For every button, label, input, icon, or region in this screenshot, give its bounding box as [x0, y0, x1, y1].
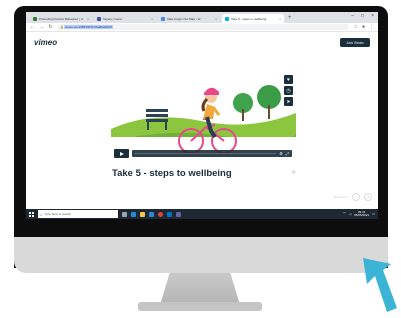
star-icon[interactable]: ☆ [353, 24, 357, 30]
monitor-chin [14, 237, 388, 273]
reload-icon[interactable]: ↻ [48, 24, 53, 30]
forward-icon[interactable]: → [39, 24, 44, 30]
more-icon[interactable]: ⋮ [369, 24, 374, 30]
notifications-icon[interactable]: ▭ [372, 212, 375, 216]
like-icon[interactable]: ♡ [352, 193, 360, 201]
fullscreen-icon[interactable]: ⤢ [286, 151, 289, 156]
network-icon[interactable]: ⌒ [343, 212, 346, 216]
video-frame-illustration [111, 85, 296, 163]
new-tab-button[interactable]: + [288, 14, 292, 23]
address-bar-row: ← → ↻ 🔒 vimeo.com/482700717/ba8ba0f9d7 ☆… [26, 23, 378, 32]
close-icon[interactable]: × [151, 17, 153, 21]
screen-bottom-bezel [26, 219, 378, 231]
share-icon[interactable]: ➤ [284, 97, 293, 106]
taskbar-search[interactable]: ○ Type here to search [38, 210, 118, 218]
progress-fill [135, 152, 137, 155]
volume-icon[interactable]: ◁ [349, 212, 351, 216]
faint-link[interactable]: More from... [334, 195, 350, 199]
settings-icon[interactable]: ⚙ [279, 151, 283, 156]
tab-label: Take Kings! Our Map - W [167, 16, 201, 21]
close-icon[interactable]: × [215, 17, 217, 21]
info-icon[interactable]: ⚲ [292, 170, 296, 176]
favicon-icon [161, 16, 165, 21]
tab-label: Take 5 - steps to wellbeing [231, 16, 267, 21]
browser-tab-bar: Promoting Positive Behaviour | U × Tapet… [26, 12, 378, 23]
monitor-stand-foot [138, 302, 262, 311]
video-side-icons: ♥ ◷ ➤ [284, 75, 293, 106]
screen: Promoting Positive Behaviour | U × Tapet… [26, 12, 378, 231]
browser-tab-3[interactable]: Take Kings! Our Map - W × [158, 14, 220, 23]
maximize-button[interactable]: □ [361, 13, 364, 19]
windows-start-icon[interactable] [29, 211, 34, 217]
close-icon[interactable]: × [279, 17, 281, 21]
join-vimeo-button[interactable]: Join Vimeo [340, 38, 370, 47]
back-icon[interactable]: ← [30, 24, 35, 30]
edge-icon[interactable] [131, 211, 136, 217]
file-explorer-icon[interactable] [140, 211, 145, 217]
favicon-icon [33, 16, 37, 21]
share-circle-icon[interactable]: ↗ [364, 193, 372, 201]
close-icon[interactable]: × [87, 17, 89, 21]
clock-date: 05/05/2021 [354, 213, 370, 217]
play-icon [119, 151, 124, 156]
cortana-icon: ○ [40, 211, 43, 217]
profile-icon[interactable]: ● [362, 24, 365, 30]
video-controls: ⚙ ⤢ [114, 149, 292, 158]
vimeo-header: vimeo Join Vimeo [26, 33, 378, 50]
close-window-button[interactable]: × [371, 13, 374, 19]
browser-tab-2[interactable]: Tapety | Caxto × [94, 14, 156, 23]
tab-label: Tapety | Caxto [103, 16, 123, 21]
store-icon[interactable] [149, 211, 154, 217]
window-controls: – □ × [351, 13, 374, 19]
url-text[interactable]: vimeo.com/482700717/ba8ba0f9d7 [64, 25, 114, 29]
play-button[interactable] [114, 149, 129, 158]
taskbar-search-placeholder: Type here to search [44, 212, 71, 216]
clock-icon[interactable]: ◷ [284, 86, 293, 95]
chrome-icon[interactable] [158, 211, 163, 217]
browser-tab-1[interactable]: Promoting Positive Behaviour | U × [30, 14, 92, 23]
video-title: Take 5 - steps to wellbeing [112, 168, 232, 179]
video-player[interactable]: ♥ ◷ ➤ ⚙ ⤢ [111, 59, 296, 163]
task-view-icon[interactable] [122, 211, 127, 217]
vimeo-logo[interactable]: vimeo [34, 38, 57, 47]
system-tray: ⌒ ◁ 09:41 05/05/2021 ▭ [343, 210, 378, 218]
progress-track[interactable] [135, 152, 277, 155]
favicon-icon [225, 16, 229, 21]
minimize-button[interactable]: – [351, 13, 354, 19]
cursor-arrow-icon [363, 258, 397, 312]
windows-taskbar: ○ Type here to search ⌒ ◁ 09:41 05/05/20… [26, 209, 378, 219]
video-progress-bar[interactable]: ⚙ ⤢ [132, 150, 292, 157]
monitor-stand-neck [160, 273, 240, 305]
browser-tab-4[interactable]: Take 5 - steps to wellbeing × [222, 14, 284, 23]
outlook-icon[interactable] [167, 211, 172, 217]
teams-icon[interactable] [176, 211, 181, 217]
tab-label: Promoting Positive Behaviour | U [39, 16, 83, 21]
browser-menu: ☆ ● ⋮ [353, 24, 374, 30]
address-bar[interactable]: 🔒 vimeo.com/482700717/ba8ba0f9d7 [57, 24, 350, 30]
heart-icon[interactable]: ♥ [284, 75, 293, 84]
monitor-scene: Promoting Positive Behaviour | U × Tapet… [0, 0, 401, 318]
favicon-icon [97, 16, 101, 21]
taskbar-clock[interactable]: 09:41 05/05/2021 [354, 210, 370, 218]
